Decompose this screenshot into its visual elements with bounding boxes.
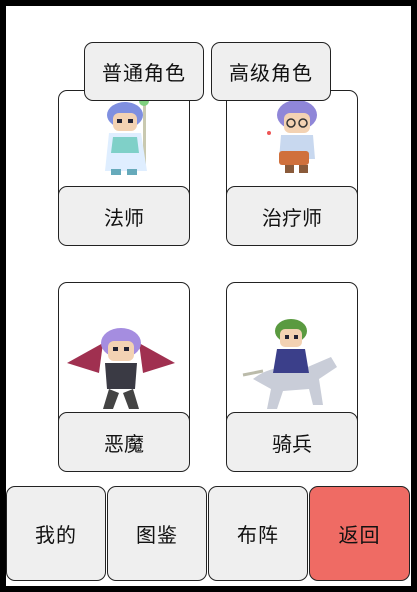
nav-formation-button[interactable]: 布阵: [208, 486, 308, 581]
game-screen: 法师 治疗师 恶魔 骑兵 普通角色 高级角色 我的 图鉴 布阵 返回: [6, 6, 411, 586]
character-card-demon[interactable]: 恶魔: [58, 282, 190, 472]
healer-sprite-icon: [267, 100, 317, 173]
mage-sprite-icon: [105, 96, 149, 175]
nav-mine-button[interactable]: 我的: [6, 486, 106, 581]
cavalry-sprite-icon: [242, 319, 337, 409]
character-name-demon: 恶魔: [59, 412, 189, 471]
demon-sprite-icon: [67, 328, 175, 409]
character-card-cavalry[interactable]: 骑兵: [226, 282, 358, 472]
tab-normal-characters[interactable]: 普通角色: [84, 42, 204, 101]
character-card-healer[interactable]: 治疗师: [226, 90, 358, 246]
tab-advanced-characters[interactable]: 高级角色: [211, 42, 331, 101]
nav-handbook-button[interactable]: 图鉴: [107, 486, 207, 581]
character-name-healer: 治疗师: [227, 186, 357, 245]
nav-return-button[interactable]: 返回: [309, 486, 410, 581]
character-card-mage[interactable]: 法师: [58, 90, 190, 246]
character-name-mage: 法师: [59, 186, 189, 245]
character-name-cavalry: 骑兵: [227, 412, 357, 471]
